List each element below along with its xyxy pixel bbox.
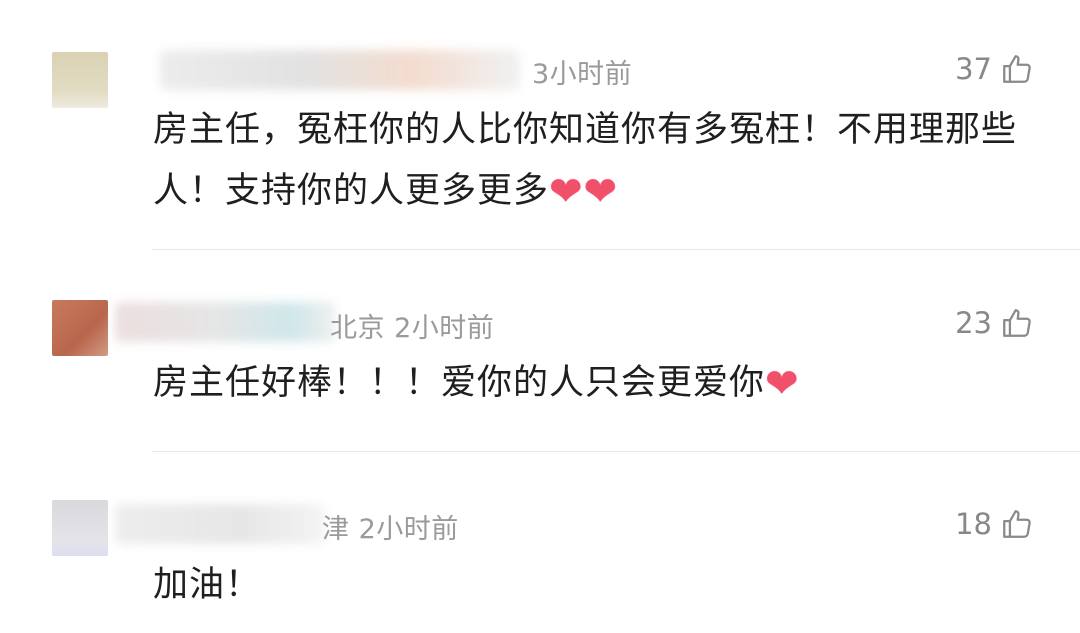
username-blurred[interactable] bbox=[115, 302, 335, 342]
avatar[interactable] bbox=[52, 300, 108, 356]
comment-body: 房主任好棒！！！爱你的人只会更爱你 bbox=[153, 363, 766, 403]
username-blurred[interactable] bbox=[160, 50, 520, 90]
comment-text: 房主任好棒！！！爱你的人只会更爱你❤ bbox=[153, 353, 1053, 415]
avatar[interactable] bbox=[52, 52, 108, 108]
like-count: 18 bbox=[955, 507, 992, 541]
comment-meta: 3小时前 bbox=[532, 59, 633, 90]
like-count: 37 bbox=[955, 52, 992, 86]
comment-text: 房主任，冤枉你的人比你知道你有多冤枉！不用理那些人！支持你的人更多更多❤❤ bbox=[153, 100, 1053, 223]
avatar[interactable] bbox=[52, 500, 108, 556]
divider bbox=[152, 451, 1080, 452]
like-button[interactable]: 37 bbox=[955, 52, 1034, 86]
thumbs-up-icon bbox=[1000, 52, 1034, 86]
comment-meta: 北京 2小时前 bbox=[330, 313, 495, 344]
comment-meta: 津 2小时前 bbox=[322, 514, 459, 545]
comment-text: 加油！ bbox=[153, 555, 1053, 616]
heart-emoji: ❤ bbox=[583, 169, 619, 215]
username-blurred[interactable] bbox=[115, 504, 325, 544]
like-button[interactable]: 18 bbox=[955, 507, 1034, 541]
comment-body: 加油！ bbox=[153, 565, 262, 605]
heart-emoji: ❤ bbox=[765, 361, 800, 407]
thumbs-up-icon bbox=[1000, 507, 1034, 541]
thumbs-up-icon bbox=[1000, 306, 1034, 340]
divider bbox=[152, 249, 1080, 250]
heart-emoji: ❤ bbox=[549, 169, 584, 215]
like-button[interactable]: 23 bbox=[955, 306, 1034, 340]
like-count: 23 bbox=[955, 306, 992, 340]
